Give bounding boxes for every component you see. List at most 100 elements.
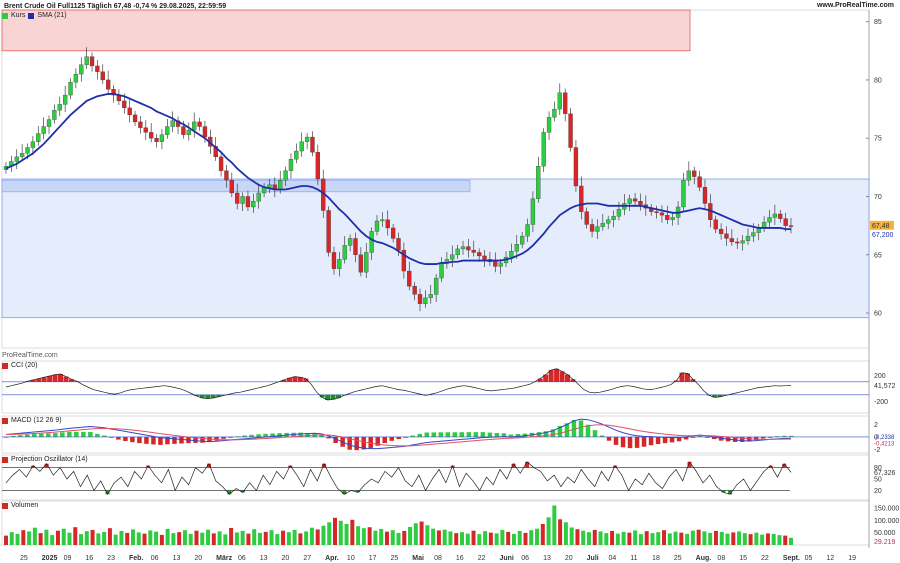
volume-bar-39 [229, 527, 234, 545]
volume-bar-126 [731, 532, 736, 545]
volume-bar-40 [234, 532, 239, 545]
candle-body-118 [638, 200, 643, 205]
proj-tick-1: 50 [874, 477, 882, 484]
candle-body-46 [251, 200, 256, 208]
candle-body-67 [364, 252, 369, 273]
candle-body-41 [224, 170, 229, 181]
x-tick-14: Apr. [325, 555, 339, 562]
macd-hist-50 [354, 436, 359, 451]
volume-bar-14 [84, 531, 89, 545]
volume-bar-91 [529, 530, 534, 545]
candle-body-104 [563, 92, 568, 114]
candle-body-116 [627, 198, 632, 204]
candle-body-63 [342, 245, 347, 260]
volume-bar-19 [113, 534, 118, 545]
volume-bar-81 [471, 530, 476, 545]
candle-body-123 [665, 214, 670, 220]
proj-line [5, 461, 792, 496]
volume-bar-100 [581, 530, 586, 545]
macd-hist-93 [655, 436, 661, 445]
volume-bar-75 [436, 530, 441, 545]
volume-bar-35 [206, 529, 211, 545]
candle-body-108 [584, 211, 589, 225]
candle-body-55 [299, 141, 304, 152]
candle-body-136 [735, 241, 740, 244]
candle-body-49 [267, 184, 272, 188]
volume-bar-121 [702, 531, 707, 545]
candle-body-142 [767, 217, 772, 223]
candle-body-111 [600, 223, 605, 227]
candle-body-107 [579, 185, 584, 212]
volume-bar-17 [102, 531, 107, 545]
candle-body-114 [616, 209, 622, 217]
candle-body-105 [568, 113, 573, 148]
volume-bar-88 [511, 533, 516, 545]
macd-hist-88 [620, 436, 626, 448]
volume-bar-83 [483, 531, 488, 545]
volume-bar-133 [771, 533, 776, 545]
volume-bar-115 [667, 533, 672, 545]
candle-body-96 [520, 235, 525, 245]
sma-value-label: 67,200 [872, 232, 894, 239]
volume-bar-24 [142, 533, 147, 545]
volume-bar-109 [633, 530, 638, 545]
vol-last-label: 29.219 [874, 539, 896, 546]
candle-body-101 [546, 117, 552, 133]
candle-body-58 [315, 152, 320, 180]
volume-bar-111 [644, 531, 649, 545]
chart-canvas[interactable]: 85807570656067,4867,20025 2025 09 16 23 Feb. 0… [0, 0, 900, 563]
macd-hist-3 [25, 434, 30, 437]
candle-body-35 [192, 121, 197, 131]
x-tick-20: 16 [456, 555, 464, 562]
vol-tick-1: 100.000 [874, 518, 899, 525]
candle-body-16 [89, 56, 95, 67]
volume-bar-114 [662, 530, 667, 545]
volume-bar-130 [754, 532, 759, 545]
volume-bar-99 [575, 529, 580, 545]
volume-bar-90 [523, 532, 528, 545]
volume-bar-74 [431, 528, 436, 545]
x-tick-26: Juli [587, 555, 599, 562]
volume-bar-65 [379, 528, 384, 545]
candle-body-64 [347, 238, 353, 246]
x-tick-19: 08 [434, 555, 442, 562]
volume-bar-56 [327, 522, 332, 545]
volume-bar-57 [333, 517, 338, 545]
candle-body-85 [460, 246, 466, 250]
cci-legend: CCI (20) [2, 362, 37, 369]
candle-body-37 [202, 126, 208, 138]
macd-hist-84 [592, 430, 598, 437]
candle-body-23 [127, 107, 132, 116]
macd-legend-label: MACD (12 26 9) [11, 417, 62, 424]
volume-bar-70 [408, 526, 413, 545]
volume-bar-37 [217, 531, 222, 545]
volume-bar-25 [148, 530, 153, 545]
volume-bar-87 [506, 531, 511, 545]
candle-body-133 [718, 228, 724, 234]
volume-bar-42 [246, 533, 251, 545]
x-tick-33: 15 [739, 555, 747, 562]
x-tick-35: Sept. [783, 555, 800, 562]
volume-bar-71 [413, 523, 418, 545]
candle-body-78 [423, 297, 428, 304]
volume-bar-52 [304, 531, 309, 545]
volume-bar-38 [223, 534, 228, 545]
candle-body-79 [428, 294, 433, 299]
cci-last-label: 41,572 [874, 383, 896, 390]
macd-hist-66 [466, 432, 472, 437]
volume-bar-5 [32, 527, 37, 545]
candle-body-86 [466, 246, 471, 251]
kurs-swatch [2, 12, 8, 19]
volume-bar-89 [517, 530, 522, 545]
candle-body-132 [713, 219, 718, 230]
price-tick-75: 75 [874, 136, 882, 143]
candle-body-145 [783, 218, 788, 226]
volume-bar-95 [552, 505, 557, 545]
volume-bar-67 [390, 530, 395, 545]
macd-hist-92 [648, 436, 654, 446]
macd-hist-20 [144, 436, 149, 444]
candle-body-45 [245, 196, 251, 208]
volume-bar-4 [27, 531, 32, 545]
volume-bar-33 [194, 530, 199, 545]
x-tick-16: 17 [369, 555, 377, 562]
